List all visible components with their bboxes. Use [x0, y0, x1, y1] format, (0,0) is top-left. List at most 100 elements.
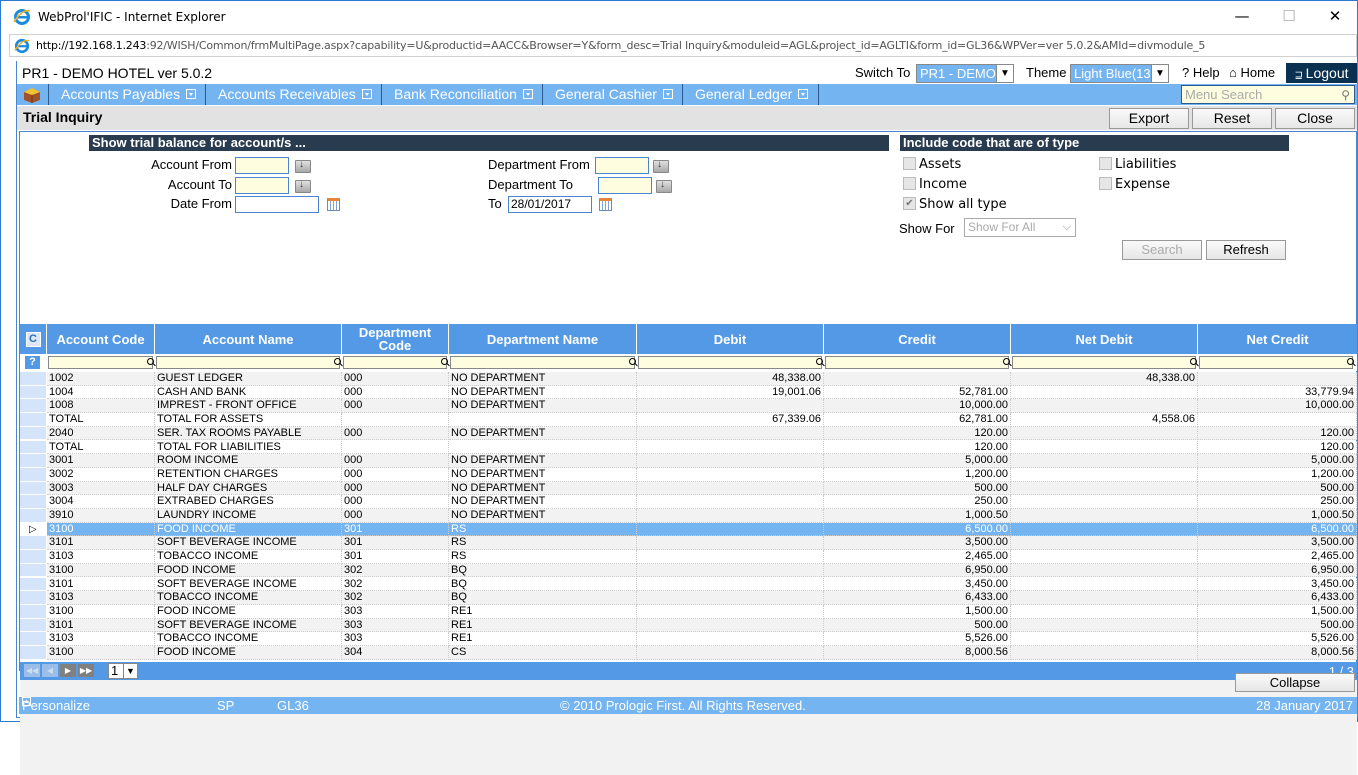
logout-button[interactable]: ⊒ Logout — [1286, 63, 1357, 83]
row-selector[interactable] — [20, 372, 46, 386]
income-checkbox[interactable] — [903, 177, 916, 190]
account-to-lookup-icon[interactable] — [295, 179, 311, 193]
filter-net-credit[interactable] — [1199, 356, 1354, 369]
search-button[interactable]: Search — [1122, 240, 1202, 260]
row-selector[interactable] — [20, 467, 46, 482]
filter-department-name[interactable] — [450, 356, 636, 369]
row-selector[interactable] — [20, 577, 46, 592]
department-to-lookup-icon[interactable] — [656, 179, 672, 193]
table-row[interactable]: 3103 TOBACCO INCOME 301 RS 2,465.00 2,465.00 — [20, 550, 1357, 564]
menu-accounts-receivables[interactable]: Accounts Receivables — [205, 84, 372, 105]
date-from-input[interactable] — [235, 196, 319, 213]
row-selector[interactable] — [20, 591, 46, 605]
row-selector[interactable] — [20, 413, 46, 427]
account-from-lookup-icon[interactable] — [295, 159, 311, 173]
table-row[interactable]: 3103 TOBACCO INCOME 303 RE1 5,526.00 5,526.00 — [20, 632, 1357, 646]
column-header-account-name[interactable]: Account Name — [155, 324, 342, 354]
show-for-select[interactable]: Show For All ⌵ — [964, 218, 1076, 237]
table-row[interactable]: 2040 SER. TAX ROOMS PAYABLE 000 NO DEPARTME… — [20, 426, 1357, 441]
column-header-account-code[interactable]: Account Code — [47, 324, 155, 354]
row-selector[interactable] — [20, 495, 46, 509]
table-row[interactable]: TOTAL TOTAL FOR LIABILITIES 120.00 120.00 — [20, 440, 1357, 455]
filter-credit[interactable] — [825, 356, 1010, 369]
date-from-calendar-icon[interactable] — [327, 198, 340, 211]
menu-search-input[interactable]: Menu Search ⚲ — [1181, 85, 1355, 104]
table-row[interactable]: 1008 IMPREST - FRONT OFFICE 000 NO DEPARTME… — [20, 399, 1357, 414]
table-row[interactable]: TOTAL TOTAL FOR ASSETS 67,339.06 62,781.00 4… — [20, 413, 1357, 427]
liabilities-checkbox[interactable] — [1099, 157, 1112, 170]
row-selector[interactable] — [20, 481, 46, 496]
row-selector[interactable] — [20, 426, 46, 441]
table-row[interactable]: 3001 ROOM INCOME 000 NO DEPARTMENT 5,000.00 5… — [20, 454, 1357, 468]
table-row[interactable]: 3002 RETENTION CHARGES 000 NO DEPARTMENT 1,2… — [20, 467, 1357, 482]
row-selector[interactable] — [20, 536, 46, 551]
previous-page-button[interactable]: ◀ — [42, 664, 58, 677]
department-to-input[interactable] — [598, 177, 652, 194]
menu-bank-reconciliation[interactable]: Bank Reconciliation — [381, 84, 533, 105]
column-header-credit[interactable]: Credit — [824, 324, 1011, 354]
home-link[interactable]: ⌂ Home — [1229, 65, 1275, 80]
row-selector[interactable] — [20, 399, 46, 414]
menu-general-ledger[interactable]: General Ledger — [682, 84, 820, 105]
first-page-button[interactable]: ◀◀ — [24, 664, 40, 677]
table-row[interactable]: 3003 HALF DAY CHARGES 000 NO DEPARTMENT 500.… — [20, 481, 1357, 496]
assets-checkbox[interactable] — [903, 157, 916, 170]
filter-debit[interactable] — [638, 356, 823, 369]
next-page-button[interactable]: ▶ — [60, 664, 76, 677]
close-window-button[interactable]: ✕ — [1312, 1, 1358, 33]
column-header-net-credit[interactable]: Net Credit — [1198, 324, 1357, 354]
to-date-input[interactable]: 28/01/2017 — [508, 196, 592, 213]
refresh-button[interactable]: Refresh — [1206, 240, 1286, 260]
filter-account-name[interactable] — [156, 356, 341, 369]
to-date-calendar-icon[interactable] — [599, 198, 612, 211]
table-row[interactable]: 3101 SOFT BEVERAGE INCOME 303 RE1 500.00 500.… — [20, 618, 1357, 633]
help-icon[interactable]: ? — [24, 355, 41, 370]
department-from-lookup-icon[interactable] — [653, 159, 669, 173]
filter-department-code[interactable] — [343, 356, 448, 369]
table-row[interactable]: 3100 FOOD INCOME 303 RE1 1,500.00 1,500.00 — [20, 604, 1357, 619]
row-selector[interactable] — [20, 385, 46, 400]
export-button[interactable]: Export — [1109, 108, 1189, 129]
menu-general-cashier[interactable]: General Cashier — [542, 84, 673, 105]
table-row[interactable]: 3100 FOOD INCOME 304 CS 8,000.56 8,000.56 — [20, 646, 1357, 660]
collapse-button[interactable]: Collapse — [1235, 673, 1355, 692]
show-all-type-checkbox[interactable]: ✔ — [903, 197, 916, 210]
row-selector[interactable] — [20, 604, 46, 619]
close-button[interactable]: Close — [1275, 108, 1355, 129]
reset-button[interactable]: Reset — [1192, 108, 1272, 129]
table-row[interactable]: ▷ 3100 FOOD INCOME 301 RS 6,500.00 6,500.00 — [20, 522, 1357, 537]
department-from-input[interactable] — [595, 157, 649, 174]
column-chooser-button[interactable]: C — [20, 324, 47, 354]
column-header-department-code[interactable]: Department Code — [342, 324, 449, 354]
table-row[interactable]: 1004 CASH AND BANK 000 NO DEPARTMENT 19,001.… — [20, 385, 1357, 400]
account-from-input[interactable] — [235, 157, 289, 174]
filter-net-debit[interactable] — [1012, 356, 1197, 369]
row-selector[interactable] — [20, 454, 46, 468]
table-row[interactable]: 3101 SOFT BEVERAGE INCOME 302 BQ 3,450.00 3,4… — [20, 577, 1357, 592]
table-row[interactable]: 3100 FOOD INCOME 302 BQ 6,950.00 6,950.00 — [20, 563, 1357, 578]
address-bar[interactable]: http://192.168.1.243:92/WISH/Common/frmM… — [9, 34, 1357, 57]
column-header-department-name[interactable]: Department Name — [449, 324, 637, 354]
row-selector[interactable]: ▷ — [20, 522, 46, 537]
row-selector[interactable] — [20, 440, 46, 455]
switch-to-select[interactable]: PR1 - DEMO ▼ — [916, 64, 1014, 83]
expense-checkbox[interactable] — [1099, 177, 1112, 190]
column-header-debit[interactable]: Debit — [637, 324, 824, 354]
row-selector[interactable] — [20, 618, 46, 633]
account-to-input[interactable] — [235, 177, 289, 194]
filter-account-code[interactable] — [48, 356, 154, 369]
row-selector[interactable] — [20, 632, 46, 646]
column-header-net-debit[interactable]: Net Debit — [1011, 324, 1198, 354]
minimize-button[interactable]: — — [1219, 1, 1265, 33]
page-select[interactable]: 1 ▼ — [108, 663, 138, 679]
maximize-button[interactable]: ☐ — [1266, 1, 1312, 33]
url-text[interactable]: http://192.168.1.243:92/WISH/Common/frmM… — [36, 39, 1205, 52]
row-selector[interactable] — [20, 550, 46, 564]
row-selector[interactable] — [20, 509, 46, 523]
last-page-button[interactable]: ▶▶ — [78, 664, 94, 677]
row-selector[interactable] — [20, 646, 46, 660]
table-row[interactable]: 3004 EXTRABED CHARGES 000 NO DEPARTMENT 250.… — [20, 495, 1357, 509]
table-row[interactable]: 1002 GUEST LEDGER 000 NO DEPARTMENT 48,338.0… — [20, 372, 1357, 386]
table-row[interactable]: 3103 TOBACCO INCOME 302 BQ 6,433.00 6,433.00 — [20, 591, 1357, 605]
table-row[interactable]: 3101 SOFT BEVERAGE INCOME 301 RS 3,500.00 3,5… — [20, 536, 1357, 551]
